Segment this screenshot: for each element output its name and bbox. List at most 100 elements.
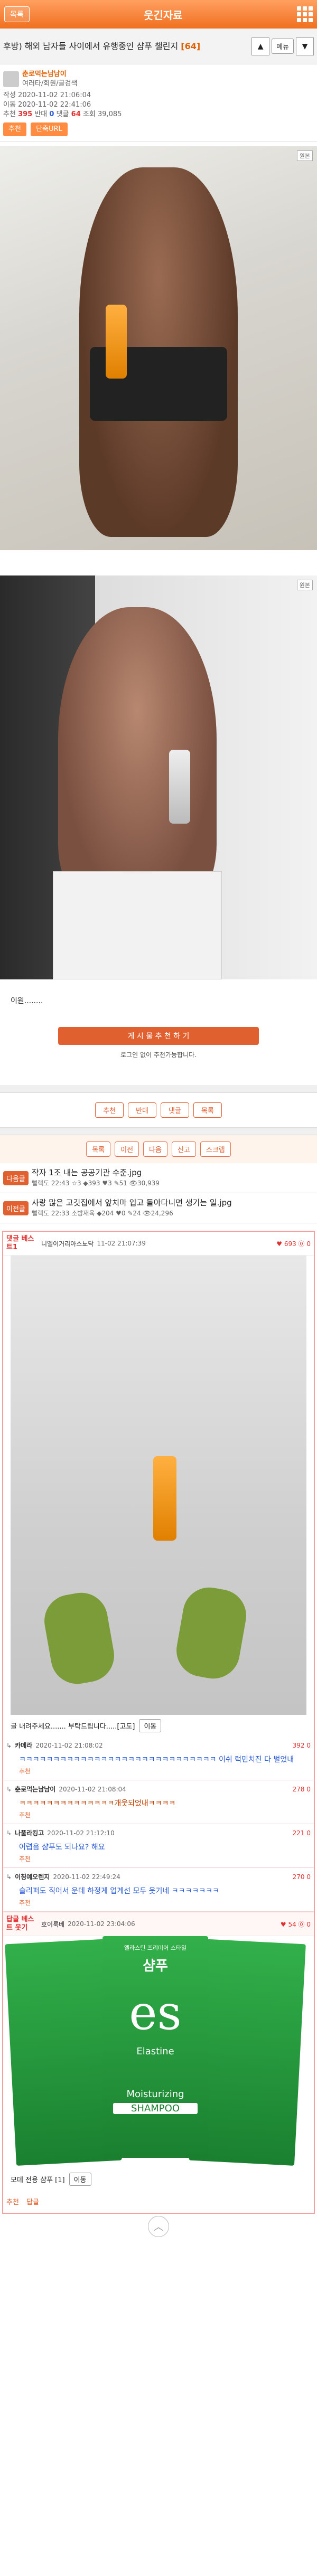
oppose-action-button[interactable]: 반대 xyxy=(128,1102,156,1118)
nav-list-button[interactable]: 목록 xyxy=(86,1141,111,1157)
author-block: 춘로먹는남남이 여러타/회원/글검색 xyxy=(3,70,314,89)
scroll-top-icon[interactable]: ︿ xyxy=(148,2216,169,2237)
divider xyxy=(0,1128,317,1135)
reply-recommend-button[interactable]: 추천 xyxy=(6,1767,311,1776)
grid-menu-icon[interactable] xyxy=(297,6,313,22)
sachet-top-text: 엘라스틴 프리미어 스타일 xyxy=(124,1945,187,1951)
slipper-shape xyxy=(40,1588,118,1688)
reply-time: 2020-11-02 22:49:24 xyxy=(53,1873,120,1881)
short-url-button[interactable]: 단축URL xyxy=(31,122,68,136)
comment-votes: ♥ 693 ⓪ 0 xyxy=(276,1240,311,1248)
reply-votes: 270 0 xyxy=(292,1873,311,1881)
comment-actions: 추천 답글 xyxy=(3,2190,314,2213)
next-post-row[interactable]: 다음글 작자 1조 내는 공공기관 수준.jpg 뻘랙도 22:43 ☆3 ◆3… xyxy=(0,1163,317,1193)
avatar[interactable] xyxy=(3,71,19,87)
reply-action-button[interactable]: 댓글 xyxy=(161,1102,189,1118)
reply-recommend-button[interactable]: 추천 xyxy=(6,1810,311,1819)
author-sub[interactable]: 여러타/회원/글검색 xyxy=(22,79,77,89)
recommend-post-button[interactable]: 게 시 물 추 천 하 기 xyxy=(58,1027,259,1045)
back-to-list-button[interactable]: 목록 xyxy=(4,6,30,22)
reply-recommend-button[interactable]: 추천 xyxy=(6,1898,311,1907)
recommend-button[interactable]: 추천 xyxy=(3,122,26,136)
image-watermark: 원본 xyxy=(296,580,313,590)
prev-post-label: 이전글 xyxy=(3,1201,29,1215)
reply-votes: 392 0 xyxy=(292,1741,311,1749)
down-arrow-icon[interactable]: ▼ xyxy=(296,37,314,55)
prev-post-row[interactable]: 이전글 사랑 많은 고깃집에서 앞치마 입고 돌아다니면 생기는 일.jpg 뻘… xyxy=(0,1193,317,1223)
sachet-name: Elastine xyxy=(136,2046,174,2057)
comment-votes: ♥ 54 ⓪ 0 xyxy=(280,1920,311,1928)
reply-item: ↳ 카메라 2020-11-02 21:08:02 392 0 ㅋㅋㅋㅋㅋㅋㅋㅋㅋㅋㅋ… xyxy=(3,1737,314,1780)
comment-time: 11-02 21:07:39 xyxy=(97,1240,146,1247)
prev-post-title[interactable]: 사랑 많은 고깃집에서 앞치마 입고 돌아다니면 생기는 일.jpg xyxy=(32,1197,314,1208)
reply-item: ↳ 춘로먹는남남이 2020-11-02 21:08:04 278 0 ㅋㅋㅋㅋㅋㅋㅋ… xyxy=(3,1780,314,1824)
post-body-text: 이원........ xyxy=(11,997,43,1005)
nav-scrap-button[interactable]: 스크랩 xyxy=(200,1141,231,1157)
reply-body: 어렵음 샴푸도 되나요? 해요 xyxy=(19,1843,105,1852)
replier-name[interactable]: 이칭예오렌지 xyxy=(15,1872,50,1881)
reply-votes: 278 0 xyxy=(292,1785,311,1793)
next-post-meta: 뻘랙도 22:43 ☆3 ◆393 ♥3 ✎51 👁30,939 xyxy=(31,1180,160,1187)
login-note: 로그인 없이 추천가능합니다. xyxy=(120,1051,197,1059)
post-image-2: 원본 xyxy=(0,575,317,979)
reply-icon: ↳ xyxy=(6,1873,12,1881)
move-button[interactable]: 이동 xyxy=(139,1719,162,1732)
up-arrow-icon[interactable]: ▲ xyxy=(251,37,270,55)
reply-body: 슬리퍼도 직어서 운데 하정게 업계선 모두 웃기네 ㅋㅋㅋㅋㅋㅋㅋ xyxy=(19,1887,219,1895)
post-title: 후방) 해외 남자들 사이에서 유행중인 샴푸 챌린지 [64] xyxy=(3,41,201,51)
move-button[interactable]: 이동 xyxy=(69,2173,91,2186)
recommend-action-button[interactable]: 추천 xyxy=(95,1102,124,1118)
reply-button[interactable]: 답글 xyxy=(26,2198,39,2206)
written-time: 작성 2020-11-02 21:06:04 xyxy=(3,91,91,99)
reply-item: ↳ 이칭예오렌지 2020-11-02 22:49:24 270 0 슬리퍼도 직어서… xyxy=(3,1868,314,1912)
comment-image xyxy=(11,1256,306,1715)
sachet-logo: es xyxy=(129,1985,182,2041)
shampoo-bottle-icon xyxy=(153,1456,176,1541)
next-post-title[interactable]: 작자 1조 내는 공공기관 수준.jpg xyxy=(32,1167,314,1178)
replier-name[interactable]: 춘로먹는남남이 xyxy=(15,1785,55,1794)
author-name[interactable]: 춘로먹는남남이 xyxy=(22,70,77,79)
reply-time: 2020-11-02 21:08:04 xyxy=(59,1785,126,1793)
top-bar: 목록 웃긴자료 xyxy=(0,0,317,29)
sachet-front: 엘라스틴 프리미어 스타일 샴푸 es Elastine Moisturizin… xyxy=(102,1936,208,2158)
reply-icon: ↳ xyxy=(6,1829,12,1837)
reply-votes: 221 0 xyxy=(292,1829,311,1837)
comment-count: [64] xyxy=(181,41,201,51)
edited-time: 이동 2020-11-02 22:41:06 xyxy=(3,101,91,109)
slipper-shape xyxy=(172,1583,250,1683)
recommend-button[interactable]: 추천 xyxy=(6,2198,19,2206)
recommend-count: 395 xyxy=(18,110,33,118)
reply-body: ㅋㅋㅋㅋㅋㅋㅋㅋㅋㅋㅋㅋㅋㅋㅋㅋㅋㅋㅋㅋㅋㅋㅋㅋㅋㅋㅋㅋㅋ 이쉬 럭민치진 다 … xyxy=(19,1756,294,1764)
shampoo-bottle-icon xyxy=(106,305,127,379)
reply-recommend-button[interactable]: 추천 xyxy=(6,1854,311,1863)
sachet-brand: 샴푸 xyxy=(143,1958,168,1974)
reply-icon: ↳ xyxy=(6,1785,12,1793)
action-bar: 추천 반대 댓글 목록 xyxy=(0,1093,317,1128)
pants-shape xyxy=(53,871,222,979)
post-image-1: 원본 xyxy=(0,146,317,550)
list-action-button[interactable]: 목록 xyxy=(193,1102,222,1118)
best-comment-1: 댓글 베스트1 니엘이거리아스뇨닥 11-02 21:07:39 ♥ 693 ⓪… xyxy=(2,1231,315,2214)
next-post-label: 다음글 xyxy=(3,1171,29,1185)
post-stats: 추천 395 반대 0 댓글 64 조회 39,085 xyxy=(3,110,122,118)
nav-report-button[interactable]: 신고 xyxy=(171,1141,196,1157)
reply-body: ㅋㅋㅋㅋㅋㅋㅋㅋㅋㅋㅋㅋㅋㅋ개웃되었내ㅋㅋㅋㅋ xyxy=(19,1799,176,1808)
commenter-name[interactable]: 호이룩베 xyxy=(41,1920,64,1929)
oppose-count: 0 xyxy=(49,110,54,118)
menu-button[interactable]: 메뉴 xyxy=(272,39,294,54)
bottle-icon xyxy=(169,750,190,824)
image-watermark: 원본 xyxy=(296,150,313,161)
replier-name[interactable]: 나풀라킹고 xyxy=(15,1828,44,1837)
sachet-type: SHAMPOO xyxy=(113,2103,198,2114)
best-comment-2-header: 답글 베스트 웃기 호이룩베 2020-11-02 23:04:06 ♥ 54 … xyxy=(3,1912,314,1936)
board-title: 웃긴자료 xyxy=(144,8,183,22)
comment-caption: 글 내려주세요....... 부탁드립니다.....[고도] 이동 xyxy=(3,1715,314,1737)
replier-name[interactable]: 카메라 xyxy=(15,1741,32,1750)
commenter-name[interactable]: 니엘이거리아스뇨닥 xyxy=(41,1239,94,1248)
reply-item: ↳ 나풀라킹고 2020-11-02 21:12:10 221 0 어렵음 샴푸도 되… xyxy=(3,1824,314,1868)
reply-count: 64 xyxy=(71,110,81,118)
nav-next-button[interactable]: 다음 xyxy=(143,1141,167,1157)
reply-time: 2020-11-02 21:08:02 xyxy=(35,1741,103,1749)
nav-prev-button[interactable]: 이전 xyxy=(115,1141,139,1157)
prev-post-meta: 뻘랙도 22:33 소방재육 ◆204 ♥0 ✎24 👁24,296 xyxy=(31,1210,173,1217)
